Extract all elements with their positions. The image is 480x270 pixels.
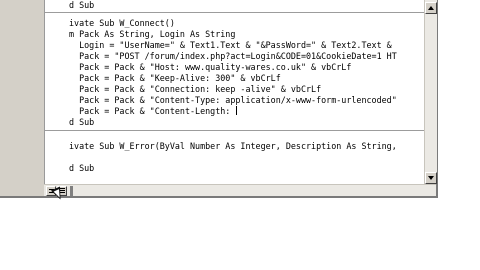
arrow-up-icon (428, 6, 434, 10)
code-line: ivate Sub W_Connect() (69, 18, 175, 28)
code-line: m Pack As String, Login As String (69, 29, 236, 39)
code-editor[interactable]: d Sub ivate Sub W_Connect() m Pack As St… (44, 0, 425, 184)
code-line: d Sub (69, 117, 95, 127)
scroll-up-button[interactable] (425, 2, 437, 14)
code-line-with-caret: Pack = Pack & "Content-Length: (69, 106, 238, 117)
code-line-text: Pack = Pack & "Content-Length: (69, 106, 236, 116)
arrow-down-icon (428, 176, 434, 180)
code-line: Pack = "POST /forum/index.php?act=Login&… (69, 51, 397, 61)
splitter-handle[interactable] (70, 186, 73, 196)
code-line: ivate Sub W_Error(ByVal Number As Intege… (69, 141, 397, 151)
code-line: Pack = Pack & "Host: www.quality-wares.c… (69, 62, 352, 72)
code-line: Pack = Pack & "Connection: keep -alive" … (69, 84, 322, 94)
procedure-separator (45, 12, 425, 13)
procedure-separator (45, 130, 425, 131)
code-line: Login = "UserName=" & Text1.Text & "&Pas… (69, 40, 392, 50)
code-line: d Sub (69, 163, 95, 173)
code-line: Pack = Pack & "Keep-Alive: 300" & vbCrLf (69, 73, 281, 83)
code-line: d Sub (69, 0, 95, 10)
text-caret (236, 106, 238, 115)
horizontal-scrollbar[interactable] (44, 184, 436, 196)
scroll-down-button[interactable] (425, 172, 437, 184)
vertical-scrollbar[interactable] (424, 0, 437, 184)
code-window: d Sub ivate Sub W_Connect() m Pack As St… (0, 0, 438, 198)
code-line: Pack = Pack & "Content-Type: application… (69, 95, 397, 105)
